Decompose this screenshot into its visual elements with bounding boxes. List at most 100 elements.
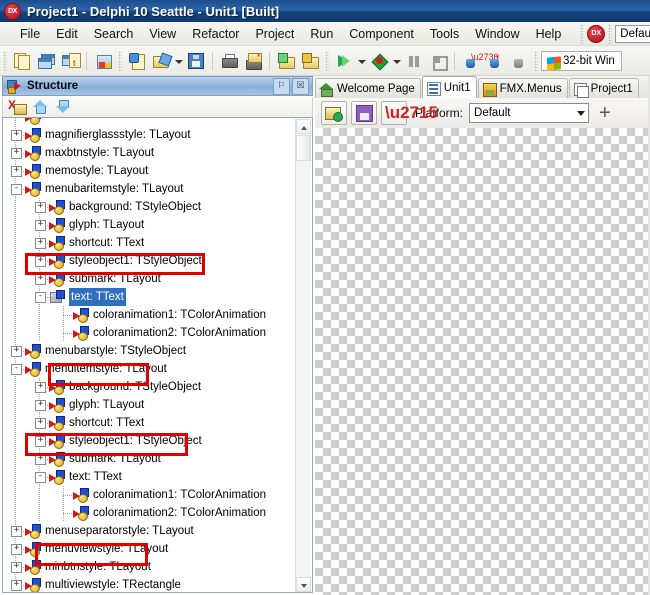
tree-node[interactable]: + glyph: TLayout <box>3 216 297 234</box>
print-icon[interactable] <box>218 50 240 72</box>
expand-toggle[interactable]: + <box>11 580 22 591</box>
scroll-up-arrow[interactable] <box>296 119 311 134</box>
menu-edit[interactable]: Edit <box>48 25 86 43</box>
expand-toggle[interactable]: + <box>35 238 46 249</box>
expand-toggle[interactable]: + <box>35 436 46 447</box>
tree-node[interactable]: + maxbtnstyle: TLayout <box>3 144 297 162</box>
tree-node[interactable]: + shortcut: TText <box>3 414 297 432</box>
tree-node[interactable]: + submark: TLayout <box>3 450 297 468</box>
tree-node[interactable]: + magnifierglassstyle: TLayout <box>3 126 297 144</box>
expand-toggle[interactable]: + <box>11 562 22 573</box>
tree-node[interactable]: + menuviewstyle: TLayout <box>3 540 297 558</box>
step-over-icon[interactable]: * <box>484 50 506 72</box>
style-designer-canvas[interactable] <box>315 128 650 595</box>
structure-tree[interactable]: + magnifierglassstyle: TLayout + maxbtnstyl… <box>2 117 313 593</box>
expand-toggle[interactable]: + <box>35 400 46 411</box>
collapse-toggle[interactable]: - <box>11 364 22 375</box>
expand-toggle[interactable]: + <box>35 382 46 393</box>
tree-node[interactable]: coloranimation2: TColorAnimation <box>3 324 297 342</box>
structure-tree-scrollbar[interactable] <box>295 119 311 592</box>
new-form-icon[interactable] <box>11 50 33 72</box>
delete-style-button[interactable]: \u2715 <box>381 101 438 125</box>
tab-fmx-menus[interactable]: FMX.Menus <box>477 78 568 98</box>
expand-toggle[interactable]: + <box>11 346 22 357</box>
new-item-icon[interactable] <box>126 50 148 72</box>
tab-project1[interactable]: Project1 <box>568 78 639 98</box>
run-to-cursor-icon[interactable] <box>508 50 530 72</box>
scrollbar-thumb[interactable] <box>296 135 311 161</box>
remove-from-project-icon[interactable] <box>299 50 321 72</box>
collapse-toggle[interactable]: - <box>35 472 46 483</box>
expand-toggle[interactable]: + <box>35 220 46 231</box>
tree-node[interactable]: + menuseparatorstyle: TLayout <box>3 522 297 540</box>
expand-toggle[interactable]: + <box>11 544 22 555</box>
run-debug-dropdown-arrow[interactable] <box>391 50 402 72</box>
media-preview-icon[interactable] <box>92 50 114 72</box>
load-style-button[interactable] <box>321 101 347 125</box>
tree-node[interactable]: + glyph: TLayout <box>3 396 297 414</box>
tree-node[interactable]: - menuitemstyle: TLayout <box>3 360 297 378</box>
target-platform-label[interactable]: 32-bit Win <box>563 55 615 67</box>
expand-toggle[interactable]: + <box>35 256 46 267</box>
tree-node[interactable]: + submark: TLayout <box>3 270 297 288</box>
menu-tools[interactable]: Tools <box>422 25 467 43</box>
collapse-toggle[interactable]: - <box>11 184 22 195</box>
toolbar-grip[interactable] <box>580 23 585 44</box>
tree-node[interactable]: coloranimation1: TColorAnimation <box>3 486 297 504</box>
tree-node[interactable]: + styleobject1: TStyleObject <box>3 432 297 450</box>
tree-node[interactable]: + memostyle: TLayout <box>3 162 297 180</box>
tree-node[interactable]: + background: TStyleObject <box>3 378 297 396</box>
add-platform-button[interactable]: + <box>599 103 611 123</box>
menu-file[interactable]: File <box>12 25 48 43</box>
tree-node[interactable]: + background: TStyleObject <box>3 198 297 216</box>
new-thread-icon[interactable]: t <box>59 50 81 72</box>
move-up-button[interactable] <box>30 98 50 116</box>
platform-toolbar-grip[interactable] <box>534 50 538 71</box>
close-button[interactable]: ☒ <box>292 77 309 95</box>
save-style-button[interactable] <box>351 101 377 125</box>
open-project-icon[interactable] <box>150 50 173 72</box>
trace-into-icon[interactable]: \u2736 <box>460 50 499 72</box>
collapse-toggle[interactable]: - <box>35 292 46 303</box>
standard-toolbar-grip[interactable] <box>118 50 122 71</box>
expand-toggle[interactable]: + <box>35 274 46 285</box>
run-icon[interactable] <box>333 50 355 72</box>
expand-toggle[interactable]: + <box>11 130 22 141</box>
menu-refactor[interactable]: Refactor <box>184 25 247 43</box>
move-down-button[interactable] <box>53 98 73 116</box>
expand-toggle[interactable]: + <box>11 166 22 177</box>
debug-toolbar-grip[interactable] <box>325 50 329 71</box>
menu-window[interactable]: Window <box>467 25 527 43</box>
menu-project[interactable]: Project <box>247 25 302 43</box>
tree-node[interactable]: coloranimation2: TColorAnimation <box>3 504 297 522</box>
save-icon[interactable] <box>185 50 207 72</box>
expand-toggle[interactable]: + <box>35 202 46 213</box>
expand-toggle[interactable]: + <box>35 418 46 429</box>
pause-icon[interactable] <box>403 50 425 72</box>
scroll-down-arrow[interactable] <box>296 577 311 592</box>
menu-component[interactable]: Component <box>341 25 422 43</box>
tree-node[interactable]: - menubaritemstyle: TLayout <box>3 180 297 198</box>
pin-button[interactable]: ⚐ <box>273 77 290 95</box>
menu-help[interactable]: Help <box>528 25 570 43</box>
save-as-icon[interactable]: * <box>242 50 264 72</box>
tree-node[interactable]: - text: TText <box>3 468 297 486</box>
run-dropdown-arrow[interactable] <box>356 50 367 72</box>
config-toolbar-grip[interactable] <box>608 23 613 44</box>
tree-node[interactable]: coloranimation1: TColorAnimation <box>3 306 297 324</box>
menu-run[interactable]: Run <box>302 25 341 43</box>
stop-icon[interactable] <box>427 50 449 72</box>
tree-node[interactable]: + shortcut: TText <box>3 234 297 252</box>
personality-dx-badge[interactable]: DX <box>587 24 606 43</box>
tree-node[interactable]: + menubarstyle: TStyleObject <box>3 342 297 360</box>
expand-toggle[interactable]: + <box>11 526 22 537</box>
platform-select[interactable]: Default <box>469 103 590 123</box>
open-project-dropdown-arrow[interactable] <box>173 50 184 72</box>
build-config-combo[interactable]: Default <box>615 24 650 43</box>
tree-node[interactable] <box>3 118 297 126</box>
tree-node[interactable]: + styleobject1: TStyleObject <box>3 252 297 270</box>
new-window-icon[interactable] <box>35 50 57 72</box>
tree-node[interactable]: + minbtnstyle: TLayout <box>3 558 297 576</box>
expand-toggle[interactable]: + <box>35 454 46 465</box>
tab-welcome-page[interactable]: Welcome Page <box>315 78 421 98</box>
